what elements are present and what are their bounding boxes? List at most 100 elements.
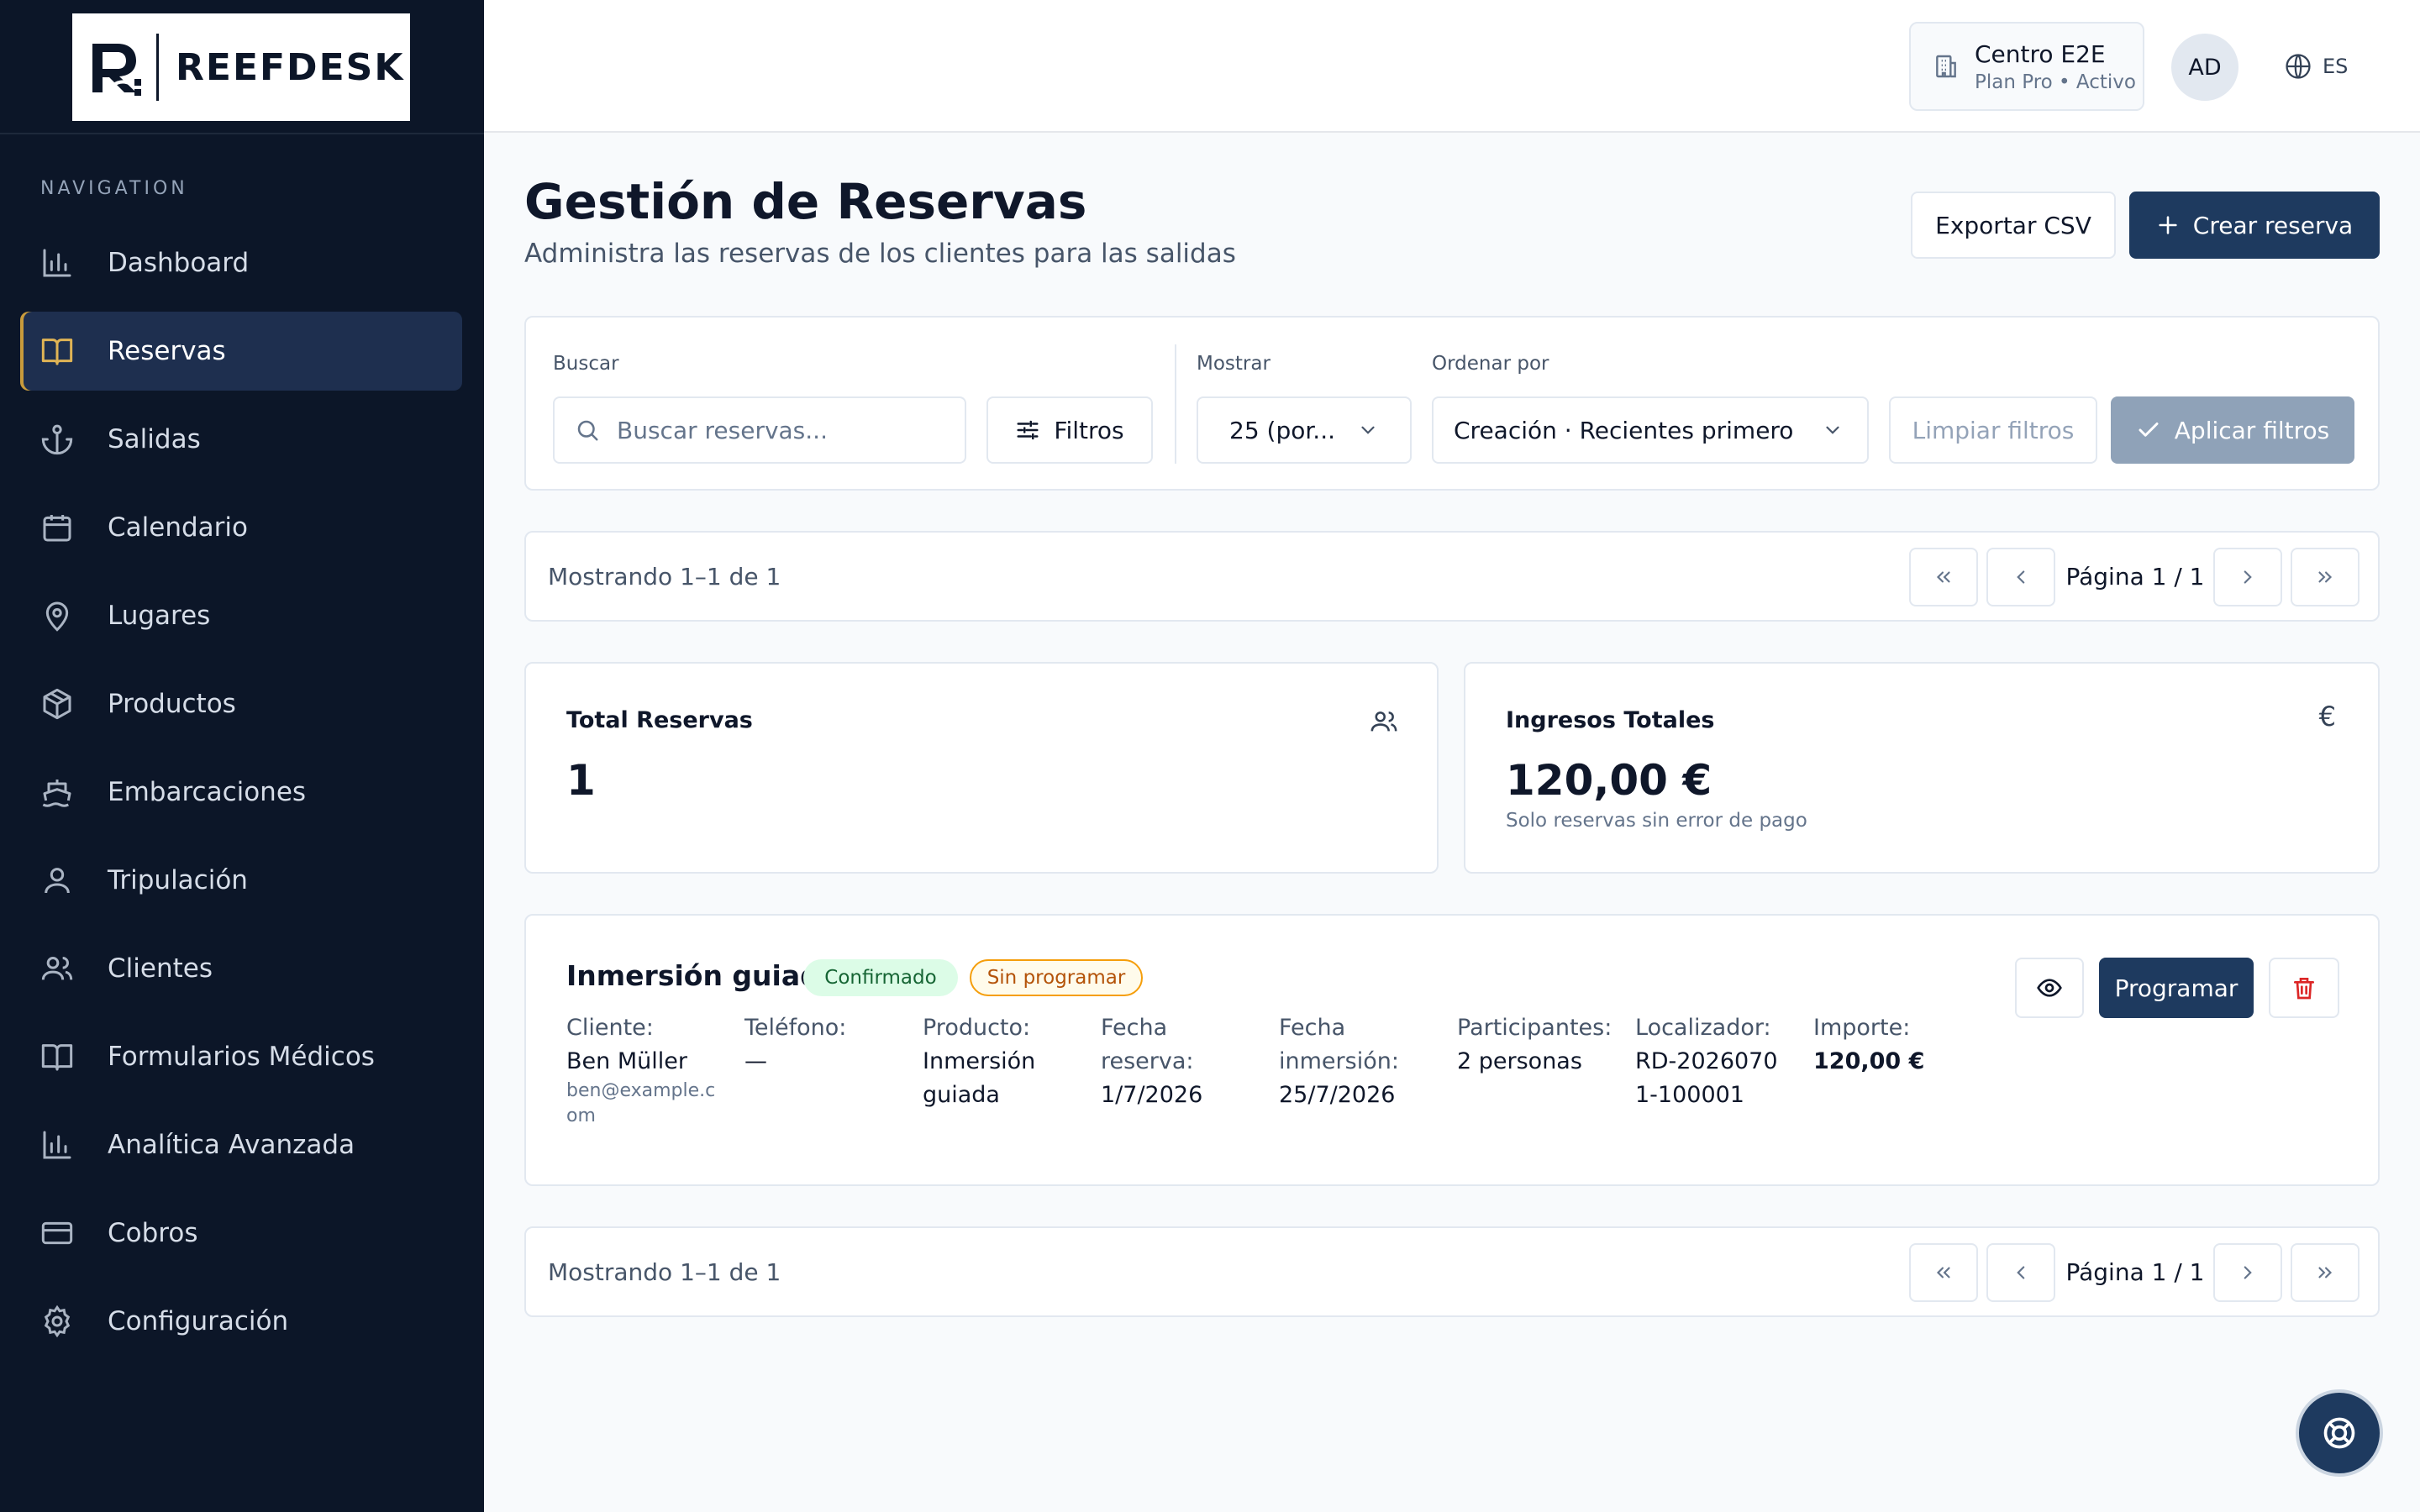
sidebar-item-label: Cobros [108,1218,198,1248]
search-label: Buscar [553,353,619,375]
sidebar-item-lugares[interactable]: Lugares [20,576,462,655]
sidebar-item-productos[interactable]: Productos [20,664,462,743]
booking-date: Fecha reserva: 1/7/2026 [1101,1011,1218,1112]
first-page-button[interactable] [1909,548,1978,606]
brand-name: REEFDESK [176,45,405,89]
bar-chart-icon [43,1131,71,1159]
sidebar-item-cobros[interactable]: Cobros [20,1194,462,1273]
sidebar-item-reservas[interactable]: Reservas [20,312,462,391]
clear-filters-button[interactable]: Limpiar filtros [1889,396,2097,464]
book-icon [41,339,73,365]
stat-total-revenue: Ingresos Totales € 120,00 € Solo reserva… [1464,662,2380,874]
tenant-switcher[interactable]: Centro E2E Plan Pro • Activo [1909,22,2144,111]
prev-page-button[interactable] [1986,1243,2055,1302]
create-booking-button[interactable]: Crear reserva [2129,192,2380,259]
stat-label: Total Reservas [566,707,753,733]
stat-value: 1 [566,756,596,805]
apply-filters-button[interactable]: Aplicar filtros [2111,396,2354,464]
apply-filters-label: Aplicar filtros [2174,416,2330,444]
prev-page-button[interactable] [1986,548,2055,606]
schedule-button[interactable]: Programar [2099,958,2254,1018]
page-size-select[interactable]: 25 (por... [1197,396,1412,464]
trash-icon [2294,978,2314,1000]
export-csv-label: Exportar CSV [1935,211,2091,239]
booking-date-value: 1/7/2026 [1101,1082,1203,1108]
phone-value: — [744,1048,767,1074]
building-icon [1936,55,1956,78]
sidebar-item-label: Clientes [108,953,213,984]
sidebar-item-formularios[interactable]: Formularios Médicos [20,1017,462,1096]
language-switcher[interactable]: ES [2284,52,2348,81]
pagination-summary: Mostrando 1–1 de 1 [548,1258,781,1286]
page-indicator: Página 1 / 1 [2065,563,2205,591]
sidebar-item-clientes[interactable]: Clientes [20,929,462,1008]
sidebar-item-salidas[interactable]: Salidas [20,400,462,479]
search-input[interactable]: Buscar reservas... [553,396,966,464]
eye-icon [2037,979,2062,997]
booking-locator: Localizador: RD-20260701-100001 [1635,1011,1778,1112]
sidebar-item-label: Lugares [108,601,211,631]
sidebar-item-label: Calendario [108,512,248,543]
sort-label: Ordenar por [1432,353,1549,375]
users-icon [41,957,73,980]
dive-date: Fecha inmersión: 25/7/2026 [1279,1011,1413,1112]
view-booking-button[interactable] [2015,958,2084,1018]
show-label: Mostrar [1197,353,1270,375]
page-subtitle: Administra las reservas de los clientes … [524,239,1236,269]
dive-date-label: Fecha inmersión: [1279,1015,1399,1074]
sidebar-item-embarcaciones[interactable]: Embarcaciones [20,753,462,832]
client-label: Cliente: [566,1015,654,1041]
product-value: Inmersión guiada [923,1048,1036,1108]
topbar: Centro E2E Plan Pro • Activo AD ES [484,0,2420,133]
stat-label: Ingresos Totales [1506,707,1715,733]
chevron-left-icon [2017,1266,2025,1279]
sort-select[interactable]: Creación · Recientes primero [1432,396,1869,464]
sidebar-item-label: Reservas [108,336,226,366]
package-icon [43,688,71,720]
sidebar-item-tripulacion[interactable]: Tripulación [20,841,462,920]
last-page-button[interactable] [2291,1243,2360,1302]
chevron-down-icon [1826,426,1839,434]
booking-product: Producto: Inmersión guiada [923,1011,1057,1112]
sidebar-item-label: Configuración [108,1306,289,1336]
tenant-info: Centro E2E Plan Pro • Activo [1975,40,2136,93]
booking-amount: Importe: 120,00 € [1813,1011,1965,1079]
sidebar-item-label: Formularios Médicos [108,1042,375,1072]
language-label: ES [2323,55,2349,78]
filters-button[interactable]: Filtros [986,396,1153,464]
chevron-right-icon [2244,570,2252,584]
sidebar-item-label: Tripulación [108,865,248,895]
sort-value: Creación · Recientes primero [1454,416,1794,444]
first-page-button[interactable] [1909,1243,1978,1302]
chevron-right-icon [2244,1266,2252,1279]
participants-label: Participantes: [1457,1015,1612,1041]
avatar[interactable]: AD [2171,34,2238,101]
bar-chart-icon [43,249,71,277]
user-icon [45,868,70,894]
sidebar-item-label: Analítica Avanzada [108,1130,355,1160]
export-csv-button[interactable]: Exportar CSV [1911,192,2116,259]
next-page-button[interactable] [2213,548,2282,606]
sidebar-item-configuracion[interactable]: Configuración [20,1282,462,1361]
next-page-button[interactable] [2213,1243,2282,1302]
dive-date-value: 25/7/2026 [1279,1082,1396,1108]
chevrons-right-icon [2318,1267,2333,1278]
sidebar-item-calendario[interactable]: Calendario [20,488,462,567]
client-name: Ben Müller [566,1048,687,1074]
search-placeholder: Buscar reservas... [617,416,828,444]
help-button[interactable] [2296,1389,2383,1477]
anchor-icon [41,424,73,455]
create-booking-label: Crear reserva [2192,211,2354,239]
phone-label: Teléfono: [744,1015,847,1041]
sidebar-divider [0,133,484,134]
sidebar-item-label: Salidas [108,424,201,454]
filters-panel: Buscar Buscar reservas... Filtros Mostra… [524,316,2380,491]
last-page-button[interactable] [2291,548,2360,606]
chevrons-left-icon [1936,1267,1950,1278]
check-icon [2139,423,2159,437]
sidebar-item-analitica[interactable]: Analítica Avanzada [20,1105,462,1184]
sidebar-item-dashboard[interactable]: Dashboard [20,223,462,302]
delete-booking-button[interactable] [2269,958,2339,1018]
brand-logo[interactable]: REEFDESK [72,13,410,121]
sidebar-item-label: Dashboard [108,248,250,278]
